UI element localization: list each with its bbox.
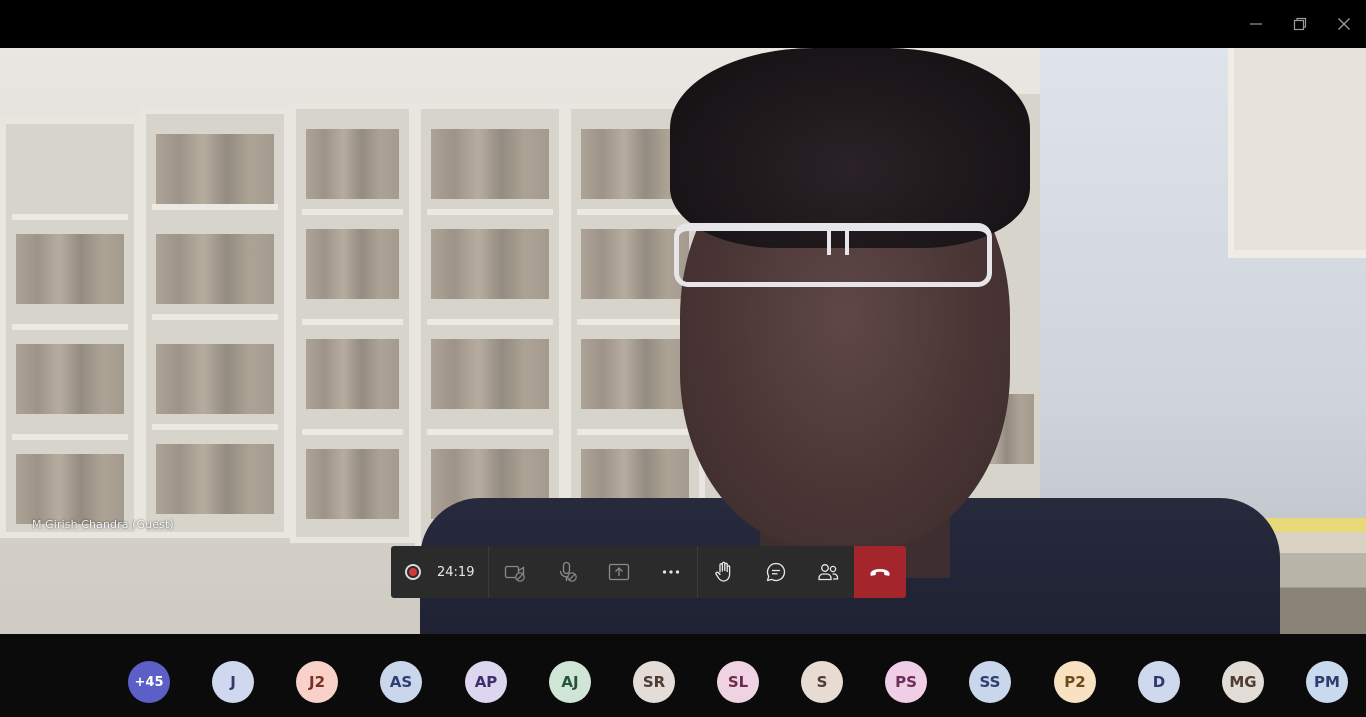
cabinet [415, 103, 565, 548]
participant-avatar[interactable]: D [1138, 661, 1180, 703]
hangup-button[interactable] [854, 546, 906, 598]
restore-button[interactable] [1288, 12, 1312, 36]
participants-icon [818, 564, 839, 581]
call-timer: 24:19 [437, 564, 475, 580]
chat-icon [766, 562, 786, 582]
participant-avatar[interactable]: AP [465, 661, 507, 703]
record-icon [405, 564, 421, 580]
participant-avatar[interactable]: AJ [549, 661, 591, 703]
close-button[interactable] [1332, 12, 1356, 36]
restore-icon [1293, 17, 1307, 31]
participant-avatar[interactable]: P2 [1054, 661, 1096, 703]
participant-avatar[interactable]: SL [717, 661, 759, 703]
participant-name-label: M Girish Chandra (Guest) [32, 518, 174, 531]
cabinet [140, 108, 290, 538]
cabinet [0, 118, 140, 538]
participant-avatar[interactable]: PM [1306, 661, 1348, 703]
participant-avatar[interactable]: J [212, 661, 254, 703]
hand-icon [715, 561, 731, 582]
more-participants-avatar[interactable]: +45 [128, 661, 170, 703]
wall-shelf [1228, 48, 1366, 258]
participant-avatar[interactable]: J2 [296, 661, 338, 703]
chat-button[interactable] [750, 546, 802, 598]
participant-avatar[interactable]: PS [885, 661, 927, 703]
mic-off-icon [559, 561, 577, 582]
minimize-icon [1250, 23, 1262, 25]
participant-avatar[interactable]: SS [969, 661, 1011, 703]
participant-avatar[interactable]: AS [380, 661, 422, 703]
glasses [674, 223, 992, 287]
mic-button[interactable] [541, 546, 593, 598]
share-button[interactable] [593, 546, 645, 598]
call-control-bar: 24:19 [391, 546, 906, 598]
raise-hand-button[interactable] [698, 546, 750, 598]
participant-avatar[interactable]: MG [1222, 661, 1264, 703]
close-icon [1338, 18, 1350, 30]
participant-strip: +45 J J2 AS AP AJ SR SL S PS SS P2 D MG PM [0, 634, 1366, 717]
more-button[interactable] [645, 546, 697, 598]
more-icon [662, 570, 680, 574]
recording-indicator: 24:19 [391, 546, 489, 598]
camera-button[interactable] [489, 546, 541, 598]
cabinet [290, 103, 415, 543]
minimize-button[interactable] [1244, 12, 1268, 36]
participant-avatar[interactable]: SR [633, 661, 675, 703]
camera-off-icon [504, 565, 525, 582]
participant-avatar[interactable]: S [801, 661, 843, 703]
hangup-icon [870, 569, 890, 576]
title-bar [0, 0, 1366, 48]
share-screen-icon [608, 563, 630, 581]
participants-button[interactable] [802, 546, 854, 598]
